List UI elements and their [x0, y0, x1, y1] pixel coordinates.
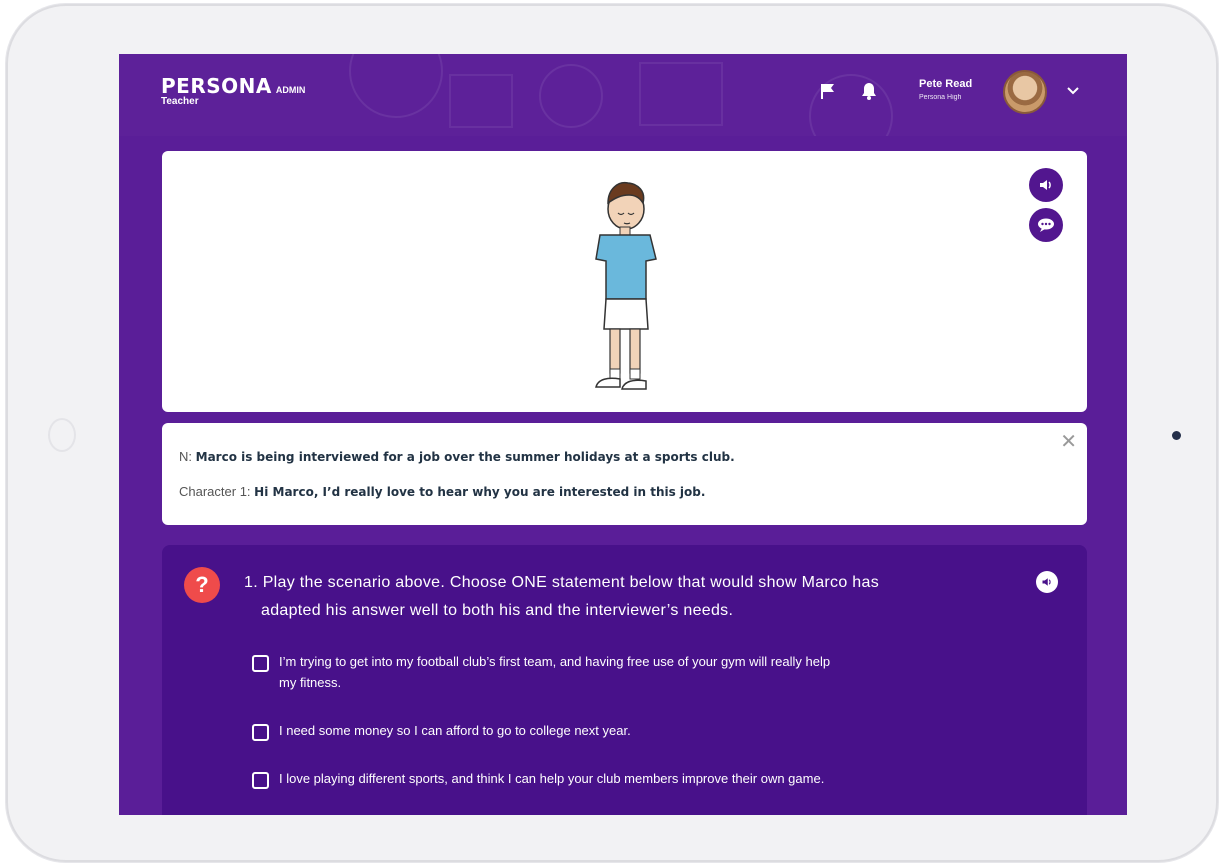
bell-icon[interactable] — [861, 82, 877, 105]
narrator-prefix: N: — [179, 449, 192, 464]
user-info[interactable]: Pete Read Persona High — [919, 78, 972, 101]
option-2[interactable]: I need some money so I can afford to go … — [252, 720, 631, 741]
app-screen: PERSONA ADMIN Teacher Pete Read Persona H… — [119, 54, 1127, 815]
question-mark-icon: ? — [184, 567, 220, 603]
tablet-camera — [1172, 431, 1181, 440]
question-line-1: 1. Play the scenario above. Choose ONE s… — [244, 574, 879, 591]
option-3-label: I love playing different sports, and thi… — [279, 771, 825, 786]
character-prefix: Character 1: — [179, 484, 251, 499]
narrator-line: N: Marco is being interviewed for a job … — [179, 449, 735, 464]
tablet-home-button — [48, 418, 76, 452]
option-1-line-1: I’m trying to get into my football club’… — [279, 654, 831, 669]
question-line-2: adapted his answer well to both his and … — [261, 602, 734, 619]
top-header: PERSONA ADMIN Teacher Pete Read Persona H… — [119, 54, 1127, 136]
persona-logo: PERSONA — [161, 74, 272, 98]
checkbox[interactable] — [252, 655, 269, 672]
header-decoration — [349, 54, 443, 118]
admin-badge: ADMIN — [275, 85, 306, 95]
speaker-icon[interactable] — [1036, 571, 1058, 593]
flag-icon[interactable] — [819, 82, 837, 105]
character-line: Character 1: Hi Marco, I’d really love t… — [179, 484, 705, 499]
speech-bubble-icon[interactable] — [1029, 208, 1063, 242]
close-icon[interactable]: ✕ — [1060, 429, 1077, 454]
header-decoration — [639, 62, 723, 126]
checkbox[interactable] — [252, 772, 269, 789]
option-1-line-2: my fitness. — [279, 675, 342, 690]
narrator-text: Marco is being interviewed for a job ove… — [195, 450, 735, 464]
character-text: Hi Marco, I’d really love to hear why yo… — [254, 485, 706, 499]
option-2-label: I need some money so I can afford to go … — [279, 723, 631, 738]
speaker-icon[interactable] — [1029, 168, 1063, 202]
header-decoration — [539, 64, 603, 128]
question-text: 1. Play the scenario above. Choose ONE s… — [244, 569, 1014, 625]
scenario-stage — [162, 151, 1087, 412]
header-decoration — [449, 74, 513, 128]
user-school: Persona High — [919, 94, 962, 101]
question-card: ? 1. Play the scenario above. Choose ONE… — [162, 545, 1087, 815]
dialogue-panel: N: Marco is being interviewed for a job … — [162, 423, 1087, 525]
chevron-down-icon[interactable] — [1067, 82, 1079, 98]
avatar[interactable] — [1003, 70, 1047, 114]
option-3[interactable]: I love playing different sports, and thi… — [252, 768, 824, 789]
brand: PERSONA ADMIN Teacher — [161, 74, 305, 107]
checkbox[interactable] — [252, 724, 269, 741]
user-name: Pete Read — [919, 78, 973, 90]
option-1[interactable]: I’m trying to get into my football club’… — [252, 651, 830, 693]
character-illustration — [595, 181, 657, 390]
